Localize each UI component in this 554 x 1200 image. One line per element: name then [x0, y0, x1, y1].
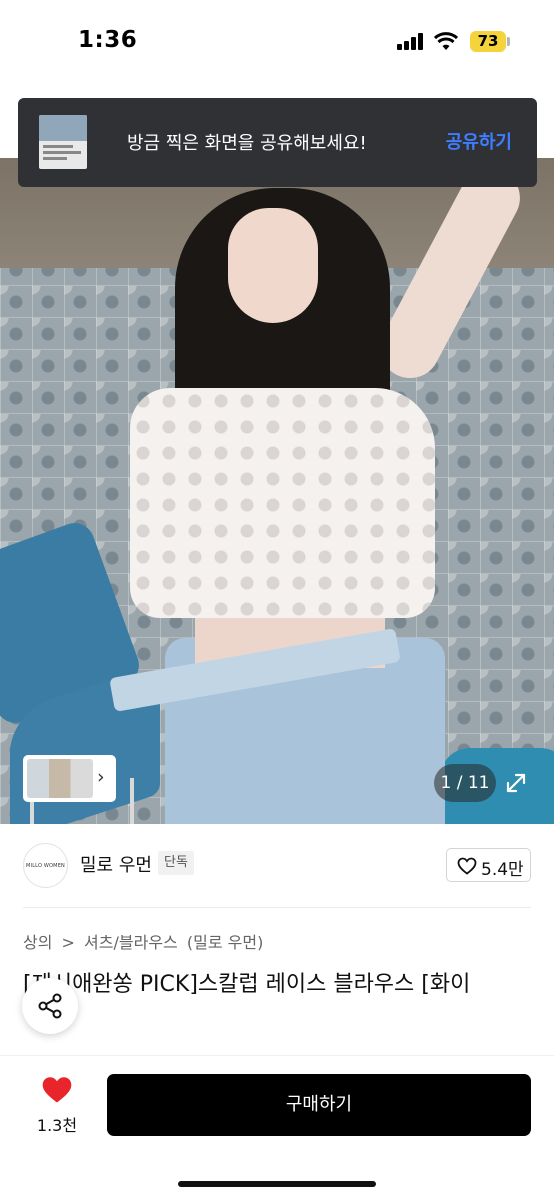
divider: [23, 907, 531, 908]
breadcrumb-brand[interactable]: (밀로 우먼): [187, 933, 263, 952]
product-photo[interactable]: [0, 158, 554, 824]
share-action-button[interactable]: 공유하기: [446, 128, 512, 154]
wishlist-button[interactable]: 1.3천: [32, 1076, 82, 1136]
share-toast: 방금 찍은 화면을 공유해보세요! 공유하기: [18, 98, 537, 187]
expand-icon[interactable]: [499, 766, 533, 800]
product-title: [제시애완쏭 PICK]스칼럽 레이스 블라우스 [화이: [23, 972, 471, 997]
breadcrumb-category[interactable]: 상의: [23, 933, 52, 952]
share-button[interactable]: [22, 978, 78, 1034]
share-icon: [38, 993, 62, 1019]
thumbnail-preview: [27, 759, 93, 798]
home-indicator: [178, 1181, 376, 1187]
seller-avatar[interactable]: MILLO WOMEN: [23, 843, 68, 888]
breadcrumb-subcategory[interactable]: 셔츠/블라우스: [84, 933, 178, 952]
signal-icon: [397, 33, 425, 50]
exclusive-badge: 단독: [158, 851, 194, 875]
battery-indicator: 73: [470, 31, 506, 52]
wishlist-count: 1.3천: [36, 1116, 78, 1135]
store-like-count: 5.4만: [481, 860, 524, 880]
seller-name[interactable]: 밀로 우먼: [80, 851, 152, 877]
status-time: 1:36: [78, 27, 138, 53]
chevron-right-icon: ›: [97, 766, 105, 788]
breadcrumb: 상의 > 셔츠/블라우스 (밀로 우먼): [23, 929, 267, 953]
store-like-button[interactable]: 5.4만: [446, 848, 531, 882]
seller-row: MILLO WOMEN 밀로 우먼 단독 5.4만: [0, 824, 554, 908]
breadcrumb-separator: >: [61, 933, 75, 952]
screenshot-thumbnail[interactable]: [39, 115, 87, 169]
toast-message: 방금 찍은 화면을 공유해보세요!: [127, 133, 367, 154]
bottom-action-bar: 1.3천 구매하기: [0, 1055, 554, 1200]
image-counter: 1 / 11: [434, 764, 496, 802]
heart-outline-icon: [457, 857, 477, 875]
battery-tip: [507, 37, 510, 46]
buy-button[interactable]: 구매하기: [107, 1074, 531, 1136]
status-bar: 1:36 73: [0, 0, 554, 88]
wifi-icon: [434, 32, 458, 50]
heart-filled-icon: [42, 1077, 72, 1103]
thumbnail-strip-button[interactable]: ›: [23, 755, 116, 802]
